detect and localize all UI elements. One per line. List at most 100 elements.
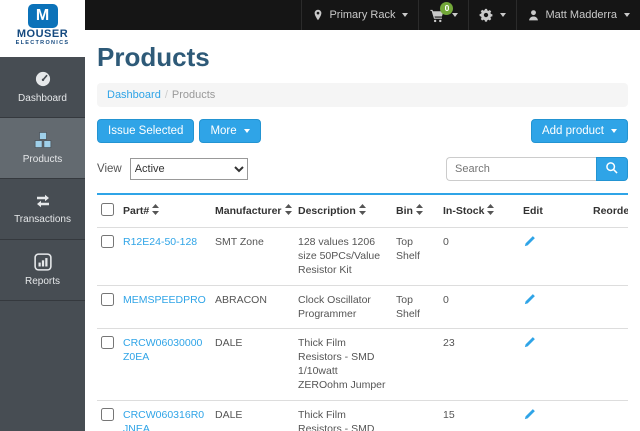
sort-icon xyxy=(152,206,159,218)
description-cell: Thick Film Resistors - SMD 1/10watt ZERO… xyxy=(294,328,392,400)
caret-down-icon xyxy=(402,13,408,17)
table-row: MEMSPEEDPRO ABRACON Clock Oscillator Pro… xyxy=(97,285,628,328)
sort-icon xyxy=(416,206,423,218)
mouser-logo-text: MOUSER xyxy=(0,29,85,40)
search-icon xyxy=(605,161,619,178)
row-checkbox[interactable] xyxy=(101,336,114,349)
manufacturer-cell: DALE xyxy=(211,328,294,400)
search-group xyxy=(446,157,628,181)
column-label: Manufacturer xyxy=(215,205,282,217)
column-header-edit: Edit xyxy=(519,195,589,228)
mouser-logo: M MOUSER ELECTRONICS xyxy=(0,0,85,57)
products-table-body: R12E24-50-128 SMT Zone 128 values 1206 s… xyxy=(97,228,628,431)
sort-icon xyxy=(359,206,366,218)
sidebar-item-label: Transactions xyxy=(14,214,71,225)
bar-chart-icon xyxy=(34,253,52,271)
gauge-icon xyxy=(33,70,53,88)
row-checkbox[interactable] xyxy=(101,293,114,306)
column-header-part[interactable]: Part# xyxy=(119,195,211,228)
edit-pencil-icon[interactable] xyxy=(523,293,536,310)
column-label: Reorder xyxy=(593,205,628,217)
breadcrumb-dashboard-link[interactable]: Dashboard xyxy=(107,89,161,101)
breadcrumb-current: Products xyxy=(172,89,215,101)
part-number-link[interactable]: R12E24-50-128 xyxy=(123,236,197,248)
reorder-cell xyxy=(589,228,628,286)
search-button[interactable] xyxy=(596,157,628,181)
caret-down-icon xyxy=(500,13,506,17)
person-icon xyxy=(527,9,540,22)
description-cell: Thick Film Resistors - SMD 1/10watt 16oh… xyxy=(294,400,392,431)
view-select[interactable]: Active xyxy=(130,158,248,180)
column-header-in-stock[interactable]: In-Stock xyxy=(439,195,519,228)
user-menu[interactable]: Matt Madderra xyxy=(516,0,640,30)
main-content: Products Dashboard/Products Issue Select… xyxy=(85,30,640,431)
row-checkbox[interactable] xyxy=(101,408,114,421)
column-label: Edit xyxy=(523,205,543,217)
part-number-link[interactable]: CRCW060316R0JNEA xyxy=(123,409,204,431)
part-number-link[interactable]: MEMSPEEDPRO xyxy=(123,294,206,306)
caret-down-icon xyxy=(611,129,617,133)
toolbar: Issue Selected More Add product xyxy=(97,119,628,143)
manufacturer-cell: DALE xyxy=(211,400,294,431)
sort-icon xyxy=(487,206,494,218)
column-header-reorder: Reorder xyxy=(589,195,628,228)
user-label: Matt Madderra xyxy=(545,9,617,21)
settings-menu[interactable] xyxy=(468,0,516,30)
in-stock-cell: 0 xyxy=(439,285,519,328)
column-header-description[interactable]: Description xyxy=(294,195,392,228)
reorder-cell xyxy=(589,328,628,400)
column-label: Part# xyxy=(123,205,149,217)
location-pin-icon xyxy=(312,8,324,22)
select-all-checkbox[interactable] xyxy=(101,203,114,216)
more-label: More xyxy=(210,125,236,137)
part-number-link[interactable]: CRCW06030000Z0EA xyxy=(123,337,202,363)
column-header-manufacturer[interactable]: Manufacturer xyxy=(211,195,294,228)
mouser-logo-subtext: ELECTRONICS xyxy=(0,40,85,47)
in-stock-cell: 23 xyxy=(439,328,519,400)
sidebar: M MOUSER ELECTRONICS Dashboard Products … xyxy=(0,0,85,431)
breadcrumb: Dashboard/Products xyxy=(97,83,628,107)
column-header-bin[interactable]: Bin xyxy=(392,195,439,228)
issue-selected-button[interactable]: Issue Selected xyxy=(97,119,194,143)
row-checkbox[interactable] xyxy=(101,235,114,248)
sidebar-item-label: Dashboard xyxy=(18,93,67,104)
cart-count-badge: 0 xyxy=(440,2,453,15)
search-input[interactable] xyxy=(446,157,596,181)
gear-icon xyxy=(479,8,493,22)
sidebar-item-products[interactable]: Products xyxy=(0,118,85,179)
boxes-icon xyxy=(33,131,53,149)
add-product-button[interactable]: Add product xyxy=(531,119,628,143)
edit-pencil-icon[interactable] xyxy=(523,235,536,252)
manufacturer-cell: SMT Zone xyxy=(211,228,294,286)
more-button[interactable]: More xyxy=(199,119,260,143)
products-table: Part# Manufacturer Description Bin In-St xyxy=(97,195,628,431)
cart-icon: 0 xyxy=(429,8,445,23)
sidebar-item-reports[interactable]: Reports xyxy=(0,240,85,301)
view-label: View xyxy=(97,163,122,175)
in-stock-cell: 0 xyxy=(439,228,519,286)
table-header-row: Part# Manufacturer Description Bin In-St xyxy=(97,195,628,228)
table-row: CRCW06030000Z0EA DALE Thick Film Resisto… xyxy=(97,328,628,400)
table-row: R12E24-50-128 SMT Zone 128 values 1206 s… xyxy=(97,228,628,286)
app-window: Primary Rack 0 Matt Madderra M xyxy=(0,0,640,431)
description-cell: 128 values 1206 size 50PCs/Value Resisto… xyxy=(294,228,392,286)
sort-icon xyxy=(285,206,292,218)
reorder-cell xyxy=(589,400,628,431)
bin-cell xyxy=(392,400,439,431)
edit-pencil-icon[interactable] xyxy=(523,336,536,353)
column-label: In-Stock xyxy=(443,205,484,217)
filter-bar: View Active xyxy=(97,157,628,181)
caret-down-icon xyxy=(452,13,458,17)
rack-selector[interactable]: Primary Rack xyxy=(301,0,418,30)
topbar: Primary Rack 0 Matt Madderra xyxy=(85,0,640,30)
sidebar-item-label: Products xyxy=(23,154,62,165)
reorder-cell xyxy=(589,285,628,328)
sidebar-item-transactions[interactable]: Transactions xyxy=(0,179,85,240)
page-title: Products xyxy=(97,42,628,73)
sidebar-item-dashboard[interactable]: Dashboard xyxy=(0,57,85,118)
cart-menu[interactable]: 0 xyxy=(418,0,468,30)
bin-cell: Top Shelf xyxy=(392,285,439,328)
sidebar-item-label: Reports xyxy=(25,276,60,287)
edit-pencil-icon[interactable] xyxy=(523,408,536,425)
bin-cell: Top Shelf xyxy=(392,228,439,286)
